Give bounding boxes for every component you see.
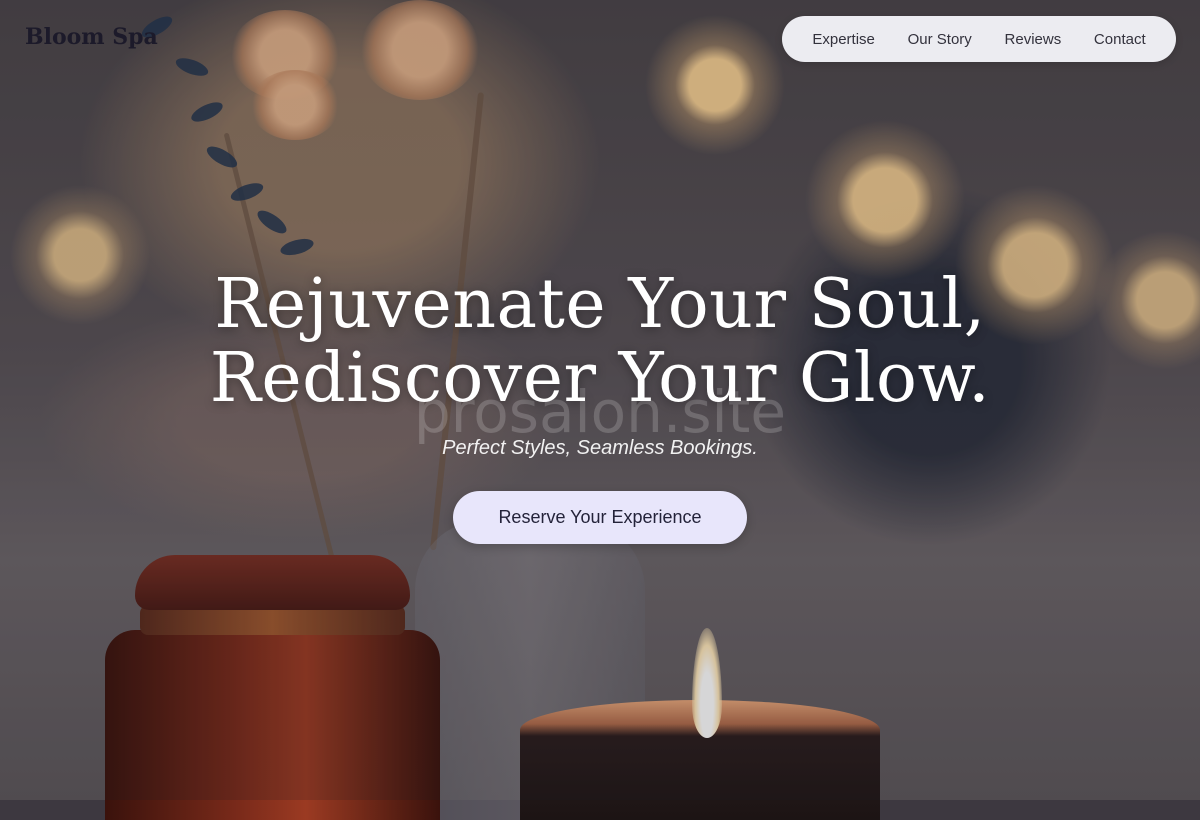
hero-headline-line-2: Rediscover Your Glow. xyxy=(209,339,991,418)
reserve-experience-button[interactable]: Reserve Your Experience xyxy=(453,491,747,544)
hero-subtitle: Perfect Styles, Seamless Bookings. xyxy=(442,437,758,459)
nav-item-reviews[interactable]: Reviews xyxy=(1005,31,1062,48)
main-nav: Expertise Our Story Reviews Contact xyxy=(782,16,1176,62)
nav-item-our-story[interactable]: Our Story xyxy=(908,31,972,48)
nav-item-contact[interactable]: Contact xyxy=(1094,31,1146,48)
nav-item-expertise[interactable]: Expertise xyxy=(812,31,875,48)
brand-logo[interactable]: Bloom Spa xyxy=(25,24,158,50)
hero-headline-line-1: Rejuvenate Your Soul, xyxy=(214,265,986,344)
hero-headline: Rejuvenate Your Soul, Rediscover Your Gl… xyxy=(0,268,1200,416)
